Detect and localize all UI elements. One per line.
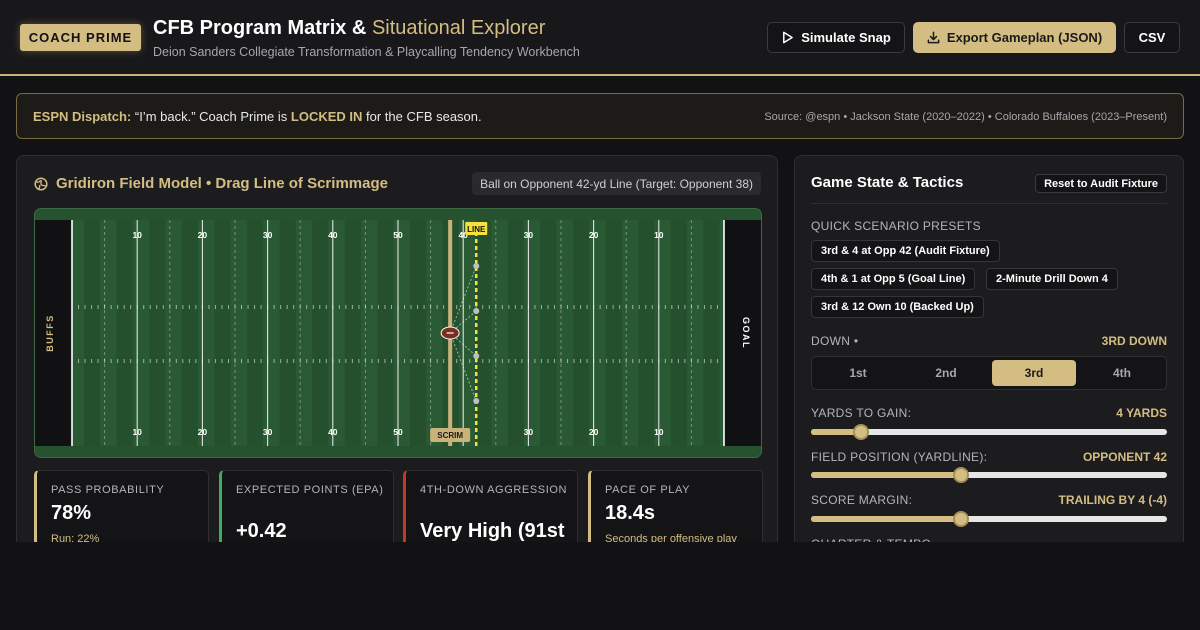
page-title: CFB Program Matrix & Situational Explore… [153,17,545,40]
csv-label: CSV [1138,30,1166,45]
stat-value: Very High (91st [420,520,565,542]
down-label: DOWN • [811,334,859,348]
down-selector: 1st 2nd 3rd 4th [811,356,1167,390]
score-margin-label: SCORE MARGIN: [811,493,913,507]
field-panel-title-text: Gridiron Field Model • Drag Line of Scri… [56,175,388,192]
yard-number: 20 [198,427,208,437]
export-gameplan-button[interactable]: Export Gameplan (JSON) [913,22,1116,53]
down-button-3rd[interactable]: 3rd [992,360,1076,386]
route-target-dot [473,353,480,359]
slider-fill [811,516,961,522]
play-icon [783,31,794,44]
globe-icon [34,176,48,191]
dispatch-source: Source: @espn • Jackson State (2020–2022… [764,111,1167,123]
yards-to-gain-value: 4 YARDS [1116,406,1167,420]
stat-label: PACE OF PLAY [605,484,691,496]
yard-number: 30 [263,427,273,437]
yards-to-gain-label: YARDS TO GAIN: [811,406,912,420]
panel-divider [811,203,1167,204]
slider-thumb[interactable] [852,424,869,440]
stat-value: 18.4s [605,502,656,524]
yard-number: 20 [589,427,599,437]
preset-two-minute-drill[interactable]: 2-Minute Drill Down 4 [986,268,1118,290]
page-subtitle: Deion Sanders Collegiate Transformation … [153,45,580,59]
yard-number: 30 [524,230,534,240]
export-gameplan-label: Export Gameplan (JSON) [946,30,1103,45]
title-accent: Situational Explorer [371,17,546,39]
yards-to-gain-slider[interactable] [811,424,1167,440]
dispatch-quote: “I’m back.” Coach Prime is [131,109,291,124]
coach-prime-badge: COACH PRIME [20,24,141,51]
down-button-1st[interactable]: 1st [816,360,900,386]
right-endzone-label: GOAL [741,317,751,349]
espn-dispatch-banner: ESPN Dispatch: “I’m back.” Coach Prime i… [16,93,1184,139]
stat-label: EXPECTED POINTS (EPA) [236,484,384,496]
yard-number: 10 [654,230,664,240]
viewport-cutoff [0,542,1200,630]
route-target-dot [473,308,480,314]
slider-thumb[interactable] [952,467,969,483]
yard-number: 10 [132,230,142,240]
score-margin-value: TRAILING BY 4 (-4) [1058,493,1167,507]
game-state-panel: Game State & Tactics Reset to Audit Fixt… [794,155,1184,575]
dispatch-text: ESPN Dispatch: “I’m back.” Coach Prime i… [33,109,482,124]
yard-number: 40 [328,427,338,437]
dispatch-tail: for the CFB season. [362,109,482,124]
stat-label: PASS PROBABILITY [51,484,165,496]
down-value: 3RD DOWN [1101,334,1167,348]
line-tag-label: LINE [467,225,486,234]
dispatch-emphasis: LOCKED IN [290,109,363,124]
slider-fill [811,472,961,478]
ball-position-status: Ball on Opponent 42-yd Line (Target: Opp… [472,172,761,195]
yard-number: 20 [589,230,599,240]
csv-button[interactable]: CSV [1124,22,1180,53]
stat-label: 4TH-DOWN AGGRESSION [420,484,568,496]
preset-goal-line[interactable]: 4th & 1 at Opp 5 (Goal Line) [811,268,976,290]
title-main: CFB Program Matrix & [153,17,372,39]
down-button-4th[interactable]: 4th [1080,360,1164,386]
yard-number: 10 [132,427,142,437]
field-panel-title: Gridiron Field Model • Drag Line of Scri… [34,175,388,192]
left-endzone-label: BUFFS [45,314,55,352]
field-position-value: OPPONENT 42 [1082,450,1167,464]
gridiron-field[interactable]: BUFFS GOAL 10102020303040405050404030302… [34,208,762,458]
presets-label: QUICK SCENARIO PRESETS [811,219,981,233]
field-svg[interactable]: BUFFS GOAL 10102020303040405050404030302… [35,209,762,458]
download-icon [927,31,940,44]
route-target-dot [473,263,480,269]
preset-audit-fixture[interactable]: 3rd & 4 at Opp 42 (Audit Fixture) [811,240,1000,262]
slider-thumb[interactable] [952,511,969,527]
route-target-dot [473,398,480,404]
field-position-label: FIELD POSITION (YARDLINE): [811,450,988,464]
field-model-panel: Gridiron Field Model • Drag Line of Scri… [16,155,778,575]
dispatch-lead: ESPN Dispatch: [33,109,132,124]
yard-number: 30 [524,427,534,437]
yard-number: 20 [198,230,208,240]
simulate-snap-label: Simulate Snap [801,30,891,45]
yard-number: 40 [328,230,338,240]
score-margin-slider[interactable] [811,511,1167,527]
reset-audit-fixture-button[interactable]: Reset to Audit Fixture [1035,174,1167,193]
game-state-title: Game State & Tactics [811,174,964,191]
stat-value: 78% [51,502,92,524]
yard-number: 30 [263,230,273,240]
yard-number: 50 [393,427,403,437]
scrim-tag-label: SCRIM [437,431,463,440]
yard-number: 50 [393,230,403,240]
yard-number: 10 [654,427,664,437]
app-header: COACH PRIME CFB Program Matrix & Situati… [0,0,1200,76]
preset-backed-up[interactable]: 3rd & 12 Own 10 (Backed Up) [811,296,984,318]
stat-value: +0.42 [236,520,287,542]
down-button-2nd[interactable]: 2nd [904,360,988,386]
field-position-slider[interactable] [811,467,1167,483]
simulate-snap-button[interactable]: Simulate Snap [767,22,905,53]
